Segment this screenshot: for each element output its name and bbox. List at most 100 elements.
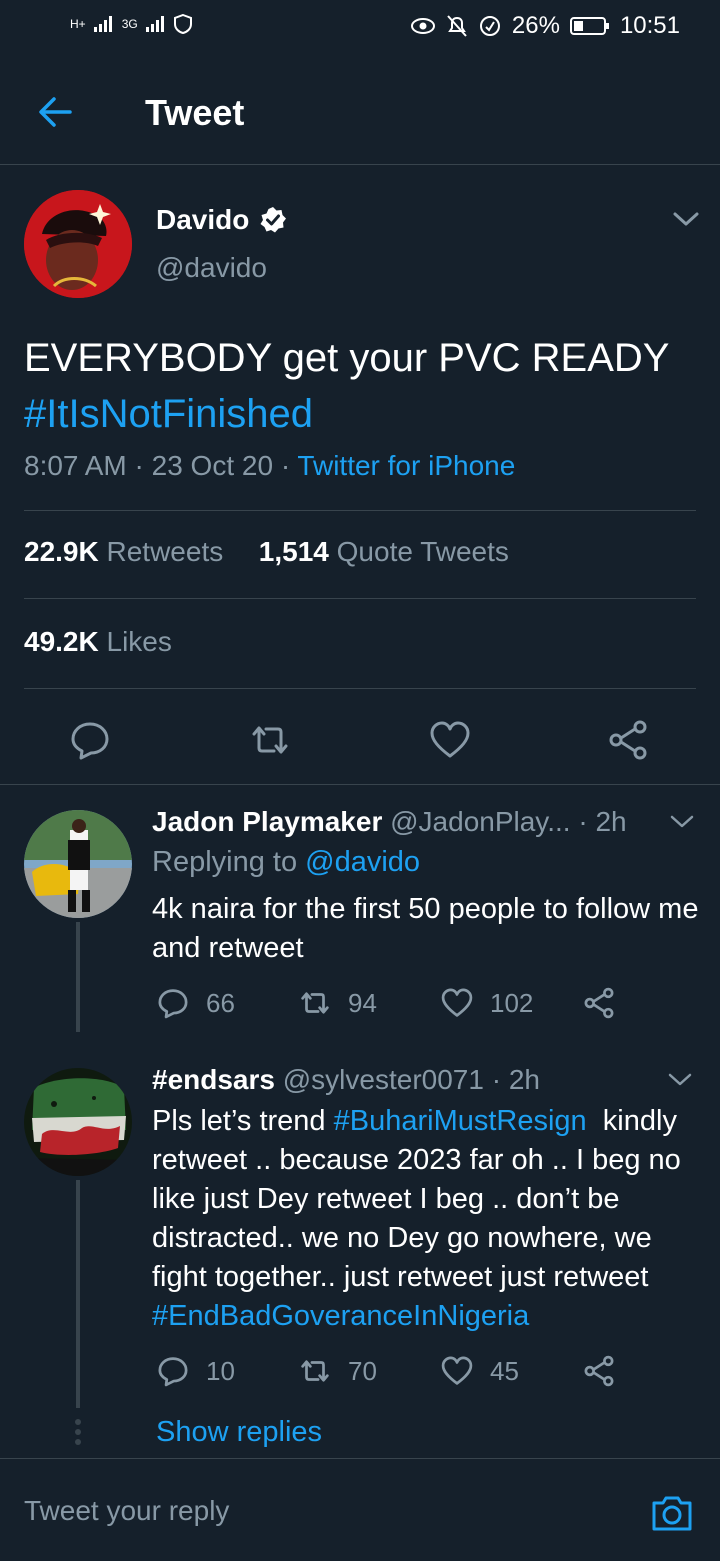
thread-line <box>76 922 80 1032</box>
battery-icon <box>569 16 610 36</box>
page-title: Tweet <box>145 92 245 133</box>
divider <box>24 688 696 689</box>
reply-count: 66 <box>206 987 235 1018</box>
tweet-actions <box>0 700 720 785</box>
meta-separator: · <box>134 450 144 481</box>
like-button[interactable]: 45 <box>440 1354 582 1388</box>
show-replies-link[interactable]: Show replies <box>156 1416 322 1449</box>
reply-text: Pls let’s trend #BuhariMustResign kindly… <box>152 1102 702 1336</box>
reply-actions: 10 70 45 <box>156 1354 616 1388</box>
likes-label: Likes <box>106 626 172 657</box>
reply-icon[interactable] <box>68 718 112 762</box>
retweets-stat[interactable]: 22.9K Retweets <box>24 536 223 567</box>
retweet-icon[interactable] <box>248 718 292 762</box>
signal-icon-2 <box>145 16 166 32</box>
retweets-count: 22.9K <box>24 536 99 567</box>
like-count: 102 <box>490 987 534 1018</box>
like-count: 45 <box>490 1355 519 1386</box>
reply-time: 2h <box>508 1064 540 1095</box>
reply-text-part: Pls let’s trend <box>152 1105 334 1137</box>
shield-icon <box>173 14 192 34</box>
reply-header: Jadon Playmaker @JadonPlay... · 2h <box>152 806 627 838</box>
chevron-down-icon[interactable] <box>668 812 696 832</box>
share-icon <box>582 1354 616 1388</box>
like-button[interactable]: 102 <box>440 986 582 1020</box>
reply-actions: 66 94 102 <box>156 986 616 1020</box>
back-arrow-icon[interactable] <box>36 92 76 132</box>
tweet-time: 8:07 AM <box>24 450 127 481</box>
author-name-text: Davido <box>156 204 250 235</box>
reply-icon <box>156 1354 190 1388</box>
avatar[interactable] <box>24 190 132 298</box>
retweet-count: 94 <box>348 987 377 1018</box>
reply-composer: Tweet your reply <box>0 1458 720 1561</box>
avatar[interactable] <box>24 810 132 918</box>
tweet-date: 23 Oct 20 <box>151 450 274 481</box>
network-indicator-1: H+ <box>70 17 86 31</box>
signal-icon <box>93 16 114 32</box>
likes-count: 49.2K <box>24 626 99 657</box>
status-bar: H+ 3G 26% 10:51 <box>0 0 720 56</box>
reply-hashtag[interactable]: #BuhariMustResign <box>334 1105 587 1137</box>
tweet-meta: 8:07 AM · 23 Oct 20 · Twitter for iPhone <box>24 450 515 482</box>
author-handle[interactable]: @davido <box>156 252 267 284</box>
chevron-down-icon[interactable] <box>666 1070 694 1090</box>
like-icon <box>440 1354 474 1388</box>
replying-to-handle[interactable]: @davido <box>305 846 420 878</box>
reply-author-handle[interactable]: @JadonPlay... <box>390 806 570 837</box>
like-icon <box>440 986 474 1020</box>
retweet-icon <box>298 986 332 1020</box>
reply-author-name[interactable]: #endsars <box>152 1064 275 1095</box>
reply-author-handle[interactable]: @sylvester0071 <box>283 1064 484 1095</box>
like-icon[interactable] <box>428 718 472 762</box>
replying-to: Replying to @davido <box>152 846 420 879</box>
reply-header: #endsars @sylvester0071 · 2h <box>152 1064 540 1096</box>
retweet-button[interactable]: 70 <box>298 1354 440 1388</box>
meta-separator: · <box>578 806 588 837</box>
retweets-label: Retweets <box>106 536 224 567</box>
reply-time: 2h <box>595 806 627 837</box>
top-app-bar: Tweet <box>0 56 720 165</box>
clock: 10:51 <box>619 12 680 39</box>
share-button[interactable] <box>582 986 616 1020</box>
avatar[interactable] <box>24 1068 132 1176</box>
retweet-icon <box>298 1354 332 1388</box>
reply-icon <box>156 986 190 1020</box>
quote-tweets-count: 1,514 <box>258 536 329 567</box>
tweet-stats: 22.9K Retweets 1,514 Quote Tweets <box>24 536 509 568</box>
retweet-button[interactable]: 94 <box>298 986 440 1020</box>
data-saver-icon <box>478 14 502 38</box>
tweet-hashtag[interactable]: #ItIsNotFinished <box>24 386 704 442</box>
meta-separator: · <box>491 1064 502 1095</box>
reply-button[interactable]: 66 <box>156 986 298 1020</box>
replying-to-label: Replying to <box>152 846 298 878</box>
retweet-count: 70 <box>348 1355 377 1386</box>
reply-input[interactable]: Tweet your reply <box>24 1495 229 1527</box>
camera-icon[interactable] <box>650 1493 694 1533</box>
divider <box>24 598 696 599</box>
reply-button[interactable]: 10 <box>156 1354 298 1388</box>
tweet-text: EVERYBODY get your PVC READY #ItIsNotFin… <box>24 330 704 442</box>
eye-icon <box>410 17 436 35</box>
chevron-down-icon[interactable] <box>670 208 702 232</box>
tweet-source[interactable]: Twitter for iPhone <box>297 450 515 481</box>
share-icon[interactable] <box>606 718 650 762</box>
reply-text: 4k naira for the first 50 people to foll… <box>152 893 699 964</box>
network-indicator-2: 3G <box>121 17 138 31</box>
more-replies-dots <box>72 1418 84 1448</box>
reply-author-name[interactable]: Jadon Playmaker <box>152 806 382 837</box>
thread-line <box>76 1180 80 1408</box>
likes-stat[interactable]: 49.2K Likes <box>24 626 172 658</box>
quote-tweets-label: Quote Tweets <box>336 536 509 567</box>
quote-tweets-stat[interactable]: 1,514 Quote Tweets <box>259 536 509 567</box>
share-button[interactable] <box>582 1354 616 1388</box>
tweet-text-line: EVERYBODY get your PVC READY <box>24 336 670 380</box>
meta-separator: · <box>280 450 291 481</box>
divider <box>24 510 696 511</box>
mute-bell-icon <box>446 14 468 38</box>
reply-hashtag[interactable]: #EndBadGoveranceInNigeria <box>152 1300 529 1332</box>
battery-percent: 26% <box>511 12 560 39</box>
author-name[interactable]: Davido <box>156 204 287 236</box>
verified-icon <box>259 206 287 234</box>
share-icon <box>582 986 616 1020</box>
